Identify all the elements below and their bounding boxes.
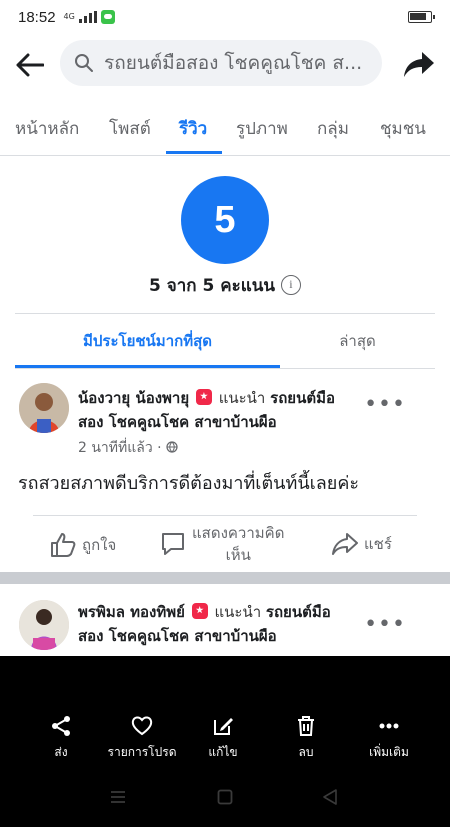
back-arrow-icon: [16, 53, 44, 77]
review-sort-tabs: มีประโยชน์มากที่สุด ล่าสุด: [15, 313, 435, 369]
recommend-icon: [191, 603, 208, 619]
share-label: แชร์: [364, 535, 392, 553]
share-button[interactable]: [402, 48, 436, 82]
active-tab-indicator: [166, 151, 222, 154]
comment-icon: [162, 533, 184, 555]
share-arrow-icon: [404, 52, 434, 77]
page-name-line1[interactable]: รถยนต์มือ: [266, 603, 331, 621]
avatar[interactable]: [19, 600, 69, 650]
tab-home[interactable]: หน้าหลัก: [15, 100, 79, 156]
send-button[interactable]: ส่ง: [21, 715, 101, 762]
comment-label: แสดงความคิด เห็น: [192, 522, 284, 566]
recommend-label: แนะนำ: [218, 389, 266, 407]
section-divider: [0, 572, 450, 584]
tab-posts[interactable]: โพสต์: [109, 100, 151, 156]
page-name-line2[interactable]: สอง โชคคูณโชค สาขาบ้านผือ: [78, 413, 277, 431]
more-options-button[interactable]: •••: [364, 392, 406, 417]
recommend-label: แนะนำ: [214, 603, 262, 621]
more-options-button[interactable]: •••: [364, 612, 406, 637]
tab-community[interactable]: ชุมชน: [380, 100, 426, 156]
like-label: ถูกใจ: [82, 536, 117, 554]
tab-photos[interactable]: รูปภาพ: [236, 100, 288, 156]
tab-groups[interactable]: กลุ่ม: [317, 100, 349, 156]
favorites-button[interactable]: รายการโปรด: [102, 715, 182, 762]
page-name-line2[interactable]: สอง โชคคูณโชค สาขาบ้านผือ: [78, 627, 277, 645]
avatar[interactable]: [19, 383, 69, 433]
favorites-label: รายการโปรด: [107, 745, 177, 759]
system-nav-bar: [0, 783, 450, 817]
review-header: น้องวายุ น้องพายุ แนะนำ รถยนต์มือ สอง โช…: [78, 386, 378, 434]
menu-icon[interactable]: [110, 789, 126, 805]
search-header: รถยนต์มือสอง โชคคูณโชค ส...: [0, 34, 450, 96]
page-name-line1[interactable]: รถยนต์มือ: [270, 389, 335, 407]
signal-icon: [78, 11, 97, 23]
share-icon: [332, 533, 358, 555]
share-nodes-icon: [52, 716, 70, 736]
tab-reviews[interactable]: รีวิว: [179, 100, 207, 156]
search-icon: [75, 54, 93, 72]
search-input[interactable]: รถยนต์มือสอง โชคคูณโชค ส...: [60, 40, 382, 86]
review-time-text: 2 นาทีที่แล้ว ·: [78, 440, 162, 456]
edit-icon: [214, 718, 233, 735]
rating-summary-text: 5 จาก 5 คะแนน: [149, 275, 275, 296]
recommend-icon: [195, 389, 212, 405]
like-button[interactable]: ถูกใจ: [50, 532, 116, 558]
status-time: 18:52: [18, 8, 56, 26]
divider: [33, 515, 417, 516]
comment-button[interactable]: แสดงความคิด เห็น: [160, 522, 284, 566]
status-bar: 18:52 4G: [0, 0, 450, 34]
sort-tab-recent[interactable]: ล่าสุด: [280, 314, 435, 368]
back-button[interactable]: [0, 34, 60, 96]
reviewer-name[interactable]: พรพิมล ทองทิพย์: [78, 603, 185, 621]
review-body: รถสวยสภาพดีบริการดีต้องมาที่เต็นท์นี้เลย…: [18, 473, 360, 494]
more-label: เพิ่มเติม: [369, 745, 409, 759]
review-share-button[interactable]: แชร์: [332, 532, 392, 556]
delete-label: ลบ: [298, 745, 314, 759]
back-nav-icon[interactable]: [322, 789, 338, 805]
status-icons: 4G: [64, 10, 115, 24]
like-icon: [51, 533, 76, 557]
sort-tab-indicator: [15, 365, 280, 368]
edit-button[interactable]: แก้ไข: [183, 715, 263, 762]
comment-label-line1: แสดงความคิด: [192, 524, 285, 542]
battery-icon: [408, 11, 435, 23]
line-app-icon: [100, 10, 115, 24]
signal-label: 4G: [63, 12, 75, 21]
bottom-action-bar: ส่ง รายการโปรด แก้ไข ลบ เพิ่มเติม: [0, 715, 450, 765]
trash-icon: [298, 716, 314, 736]
delete-button[interactable]: ลบ: [266, 715, 346, 762]
edit-label: แก้ไข: [208, 745, 238, 759]
review-time: 2 นาทีที่แล้ว ·: [78, 437, 178, 459]
home-icon[interactable]: [217, 789, 233, 805]
reviewer-name[interactable]: น้องวายุ น้องพายุ: [78, 389, 189, 407]
more-button[interactable]: เพิ่มเติม: [349, 715, 429, 762]
comment-label-line2: เห็น: [225, 546, 251, 564]
rating-score: 5: [181, 176, 269, 264]
review-header: พรพิมล ทองทิพย์ แนะนำ รถยนต์มือ สอง โชคค…: [78, 600, 378, 648]
sort-tab-most-helpful[interactable]: มีประโยชน์มากที่สุด: [15, 314, 280, 368]
more-icon: [379, 723, 399, 729]
globe-icon: [166, 441, 178, 453]
heart-icon: [131, 716, 153, 736]
send-label: ส่ง: [54, 745, 68, 759]
page-tabs: หน้าหลัก โพสต์ รีวิว รูปภาพ กลุ่ม ชุมชน: [0, 100, 450, 156]
rating-summary: 5 จาก 5 คะแนน i: [0, 272, 450, 298]
info-icon[interactable]: i: [280, 275, 301, 295]
search-text: รถยนต์มือสอง โชคคูณโชค ส...: [104, 52, 363, 74]
